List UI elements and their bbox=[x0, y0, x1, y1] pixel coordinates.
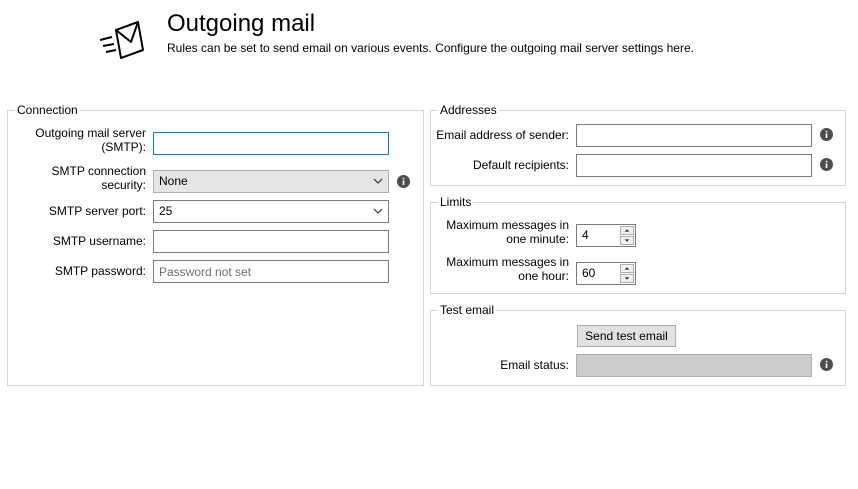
max-per-minute-stepper[interactable]: 4 bbox=[576, 224, 636, 247]
spin-down-icon[interactable] bbox=[620, 236, 634, 245]
info-icon[interactable] bbox=[820, 358, 833, 371]
smtp-port-label: SMTP server port: bbox=[48, 204, 146, 218]
spin-down-icon[interactable] bbox=[620, 274, 634, 283]
smtp-server-input[interactable] bbox=[153, 132, 389, 155]
test-email-legend: Test email bbox=[438, 303, 497, 317]
page-title: Outgoing mail bbox=[167, 10, 316, 37]
spin-up-icon[interactable] bbox=[620, 264, 634, 273]
info-icon[interactable] bbox=[820, 158, 833, 171]
smtp-password-label: SMTP password: bbox=[54, 264, 146, 278]
chevron-down-icon bbox=[373, 208, 383, 214]
smtp-port-select[interactable]: 25 bbox=[153, 200, 389, 223]
email-status-display bbox=[576, 354, 812, 377]
addresses-legend: Addresses bbox=[438, 103, 499, 117]
smtp-security-select[interactable]: None bbox=[153, 170, 389, 193]
info-icon[interactable] bbox=[820, 128, 833, 141]
smtp-password-input[interactable] bbox=[153, 260, 389, 283]
limits-legend: Limits bbox=[438, 195, 474, 209]
envelope-sending-icon bbox=[99, 21, 144, 59]
max-per-minute-label: Maximum messages in one minute: bbox=[446, 218, 569, 246]
smtp-username-label: SMTP username: bbox=[52, 234, 146, 248]
sender-address-label: Email address of sender: bbox=[436, 128, 569, 142]
smtp-port-value: 25 bbox=[159, 204, 173, 218]
max-per-hour-label: Maximum messages in one hour: bbox=[446, 255, 569, 283]
chevron-down-icon bbox=[373, 178, 383, 184]
default-recipients-input[interactable] bbox=[576, 154, 812, 177]
spin-up-icon[interactable] bbox=[620, 226, 634, 235]
max-per-minute-value: 4 bbox=[582, 228, 589, 242]
email-status-label: Email status: bbox=[500, 358, 569, 372]
smtp-security-value: None bbox=[159, 174, 188, 188]
max-per-hour-value: 60 bbox=[582, 266, 596, 280]
smtp-username-input[interactable] bbox=[153, 230, 389, 253]
default-recipients-label: Default recipients: bbox=[472, 158, 569, 172]
max-per-hour-stepper[interactable]: 60 bbox=[576, 262, 636, 285]
page-subtitle: Rules can be set to send email on variou… bbox=[167, 41, 694, 55]
info-icon[interactable] bbox=[397, 175, 410, 188]
sender-address-input[interactable] bbox=[576, 124, 812, 147]
smtp-security-label: SMTP connection security: bbox=[51, 164, 147, 192]
send-test-email-button[interactable]: Send test email bbox=[577, 325, 676, 347]
smtp-server-label: Outgoing mail server (SMTP): bbox=[35, 126, 146, 154]
connection-legend: Connection bbox=[15, 103, 80, 117]
